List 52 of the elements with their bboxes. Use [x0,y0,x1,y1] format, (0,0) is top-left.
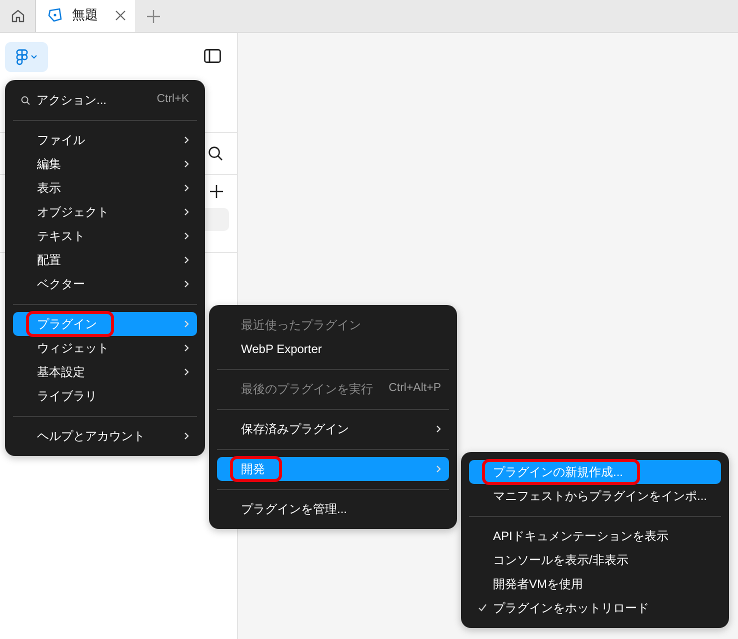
chevron-icon [184,320,189,328]
menu-item[interactable]: オブジェクト [13,200,197,224]
chevron-icon [184,280,189,288]
menu-item[interactable]: マニフェストからプラグインをインポ... [469,484,721,508]
menu-item[interactable]: 保存済みプラグイン [217,417,449,441]
home-icon[interactable] [10,9,24,23]
close-icon[interactable] [114,10,126,20]
chevron-icon [436,425,441,433]
menu-item[interactable]: ヘルプとアカウント [13,424,197,448]
menu-item[interactable]: 表示 [13,176,197,200]
menu-item[interactable]: WebP Exporter [217,337,449,361]
chevron-icon [184,208,189,216]
annotation-box: プラグインの新規作成... [482,459,640,485]
menu-item[interactable]: プラグインを管理... [217,497,449,521]
menu-item[interactable]: ファイル [13,128,197,152]
menu-item[interactable]: ウィジェット [13,336,197,360]
chevron-icon [184,256,189,264]
main-menu-button[interactable] [5,42,48,72]
actions-search[interactable]: アクション... Ctrl+K [13,88,197,112]
chevron-icon [184,136,189,144]
menu-item[interactable]: プラグインをホットリロード [469,596,721,620]
new-tab-icon[interactable] [146,10,160,22]
menu-item[interactable]: 基本設定 [13,360,197,384]
menu-item[interactable]: 編集 [13,152,197,176]
annotation-box: 開発 [230,456,282,482]
add-icon[interactable] [210,185,222,198]
chevron-icon [184,184,189,192]
chevron-icon [184,344,189,352]
sidebar-toggle-icon[interactable] [204,48,221,62]
chevron-icon [184,160,189,168]
chevron-icon [436,465,441,473]
shortcut-label: Ctrl+K [156,92,189,108]
logo-icon [16,48,28,66]
menu-item[interactable]: APIドキュメンテーションを表示 [469,524,721,548]
chevron-icon [184,432,189,440]
section-heading: 最近使ったプラグイン [241,317,361,334]
caret-icon [31,55,38,59]
chevron-icon [184,232,189,240]
shortcut-label: Ctrl+Alt+P [388,381,441,396]
annotation-box: プラグイン [26,311,114,337]
tab-title[interactable]: 無題 [72,5,98,25]
menu-item[interactable]: 配置 [13,248,197,272]
menu-item[interactable]: ベクター [13,272,197,296]
menu-item[interactable]: ライブラリ [13,384,197,408]
menu-item[interactable]: 開発者VMを使用 [469,572,721,596]
search-icon[interactable] [208,146,223,161]
menu-item[interactable]: テキスト [13,224,197,248]
action-label: アクション... [36,92,107,109]
menu-item[interactable]: コンソールを表示/非表示 [469,548,721,572]
search-icon [21,96,30,104]
chevron-icon [184,368,189,376]
file-icon [48,8,62,22]
